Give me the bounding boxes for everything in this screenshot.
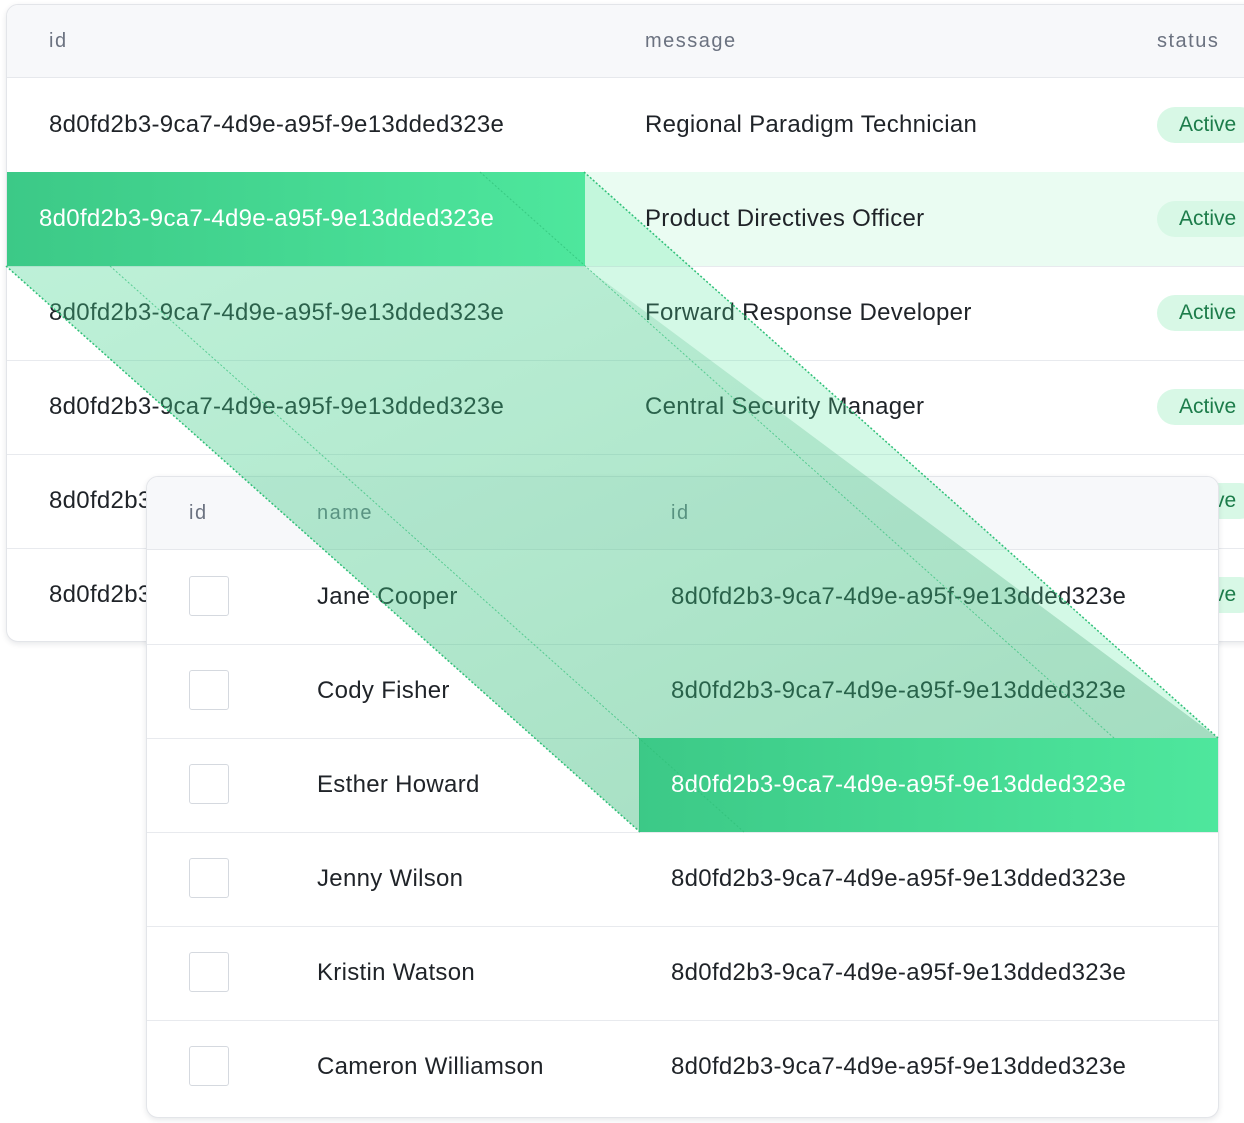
- row-checkbox[interactable]: [189, 858, 229, 898]
- name-cell: Jane Cooper: [317, 583, 458, 610]
- table-row[interactable]: Jenny Wilson 8d0fd2b3-9ca7-4d9e-a95f-9e1…: [147, 832, 1218, 927]
- id-cell: 8d0fd2b3-9ca7-4d9e-a95f-9e13dded323e: [671, 677, 1127, 704]
- id-cell: 8d0fd2b3-9ca7-4d9e-a95f-9e13dded323e: [671, 771, 1127, 798]
- message-cell: Forward Response Developer: [645, 299, 972, 326]
- name-cell: Cameron Williamson: [317, 1053, 544, 1080]
- table-row-selected[interactable]: 8d0fd2b3-9ca7-4d9e-a95f-9e13dded323e Pro…: [7, 172, 1244, 267]
- table-row[interactable]: 8d0fd2b3-9ca7-4d9e-a95f-9e13dded323e Reg…: [7, 78, 1244, 173]
- row-checkbox[interactable]: [189, 670, 229, 710]
- target-id-cell[interactable]: 8d0fd2b3-9ca7-4d9e-a95f-9e13dded323e: [639, 738, 1218, 832]
- id-cell: 8d0fd2b3-9ca7-4d9e-a95f-9e13dded323e: [671, 865, 1127, 892]
- selected-id-cell[interactable]: 8d0fd2b3-9ca7-4d9e-a95f-9e13dded323e: [7, 172, 585, 266]
- id-cell: 8d0fd2b3-9ca7-4d9e-a95f-9e13dded323e: [671, 583, 1127, 610]
- name-cell: Esther Howard: [317, 771, 480, 798]
- table-row[interactable]: Kristin Watson 8d0fd2b3-9ca7-4d9e-a95f-9…: [147, 926, 1218, 1021]
- message-cell: Central Security Manager: [645, 393, 925, 420]
- message-cell: Product Directives Officer: [645, 205, 925, 232]
- column-header-select[interactable]: id: [189, 477, 208, 549]
- status-badge: Active: [1157, 295, 1244, 331]
- status-badge: Active: [1157, 107, 1244, 143]
- table-row[interactable]: Cody Fisher 8d0fd2b3-9ca7-4d9e-a95f-9e13…: [147, 644, 1218, 739]
- id-cell: 8d0fd2b3-9ca7-4d9e-a95f-9e13dded323e: [671, 959, 1127, 986]
- id-cell: 8d0fd2b3-9ca7-4d9e-a95f-9e13dded323e: [671, 1053, 1127, 1080]
- table-row[interactable]: Jane Cooper 8d0fd2b3-9ca7-4d9e-a95f-9e13…: [147, 550, 1218, 645]
- id-cell: 8d0fd2b3-9ca7-4d9e-a95f-9e13dded323e: [49, 111, 505, 138]
- id-cell: 8d0fd2b3-9ca7-4d9e-a95f-9e13dded323e: [49, 299, 505, 326]
- table-row[interactable]: 8d0fd2b3-9ca7-4d9e-a95f-9e13dded323e For…: [7, 266, 1244, 361]
- table-row-target[interactable]: Esther Howard 8d0fd2b3-9ca7-4d9e-a95f-9e…: [147, 738, 1218, 833]
- table-row[interactable]: 8d0fd2b3-9ca7-4d9e-a95f-9e13dded323e Cen…: [7, 360, 1244, 455]
- target-table: id name id Jane Cooper 8d0fd2b3-9ca7-4d9…: [146, 476, 1219, 1118]
- column-header-message[interactable]: message: [645, 5, 737, 77]
- name-cell: Cody Fisher: [317, 677, 450, 704]
- column-header-id[interactable]: id: [671, 477, 690, 549]
- id-cell: 8d0fd2b3-9ca7-4d9e-a95f-9e13dded323e: [39, 205, 495, 232]
- name-cell: Jenny Wilson: [317, 865, 464, 892]
- name-cell: Kristin Watson: [317, 959, 476, 986]
- column-header-name[interactable]: name: [317, 477, 373, 549]
- row-checkbox[interactable]: [189, 952, 229, 992]
- target-table-header: id name id: [147, 477, 1218, 550]
- row-checkbox[interactable]: [189, 1046, 229, 1086]
- row-checkbox[interactable]: [189, 576, 229, 616]
- table-row[interactable]: Cameron Williamson 8d0fd2b3-9ca7-4d9e-a9…: [147, 1020, 1218, 1114]
- row-checkbox[interactable]: [189, 764, 229, 804]
- message-cell: Regional Paradigm Technician: [645, 111, 978, 138]
- column-header-id[interactable]: id: [49, 5, 68, 77]
- status-badge: Active: [1157, 389, 1244, 425]
- status-badge: Active: [1157, 201, 1244, 237]
- id-cell: 8d0fd2b3-9ca7-4d9e-a95f-9e13dded323e: [49, 393, 505, 420]
- source-table-header: id message status: [7, 5, 1244, 78]
- column-header-status[interactable]: status: [1157, 5, 1219, 77]
